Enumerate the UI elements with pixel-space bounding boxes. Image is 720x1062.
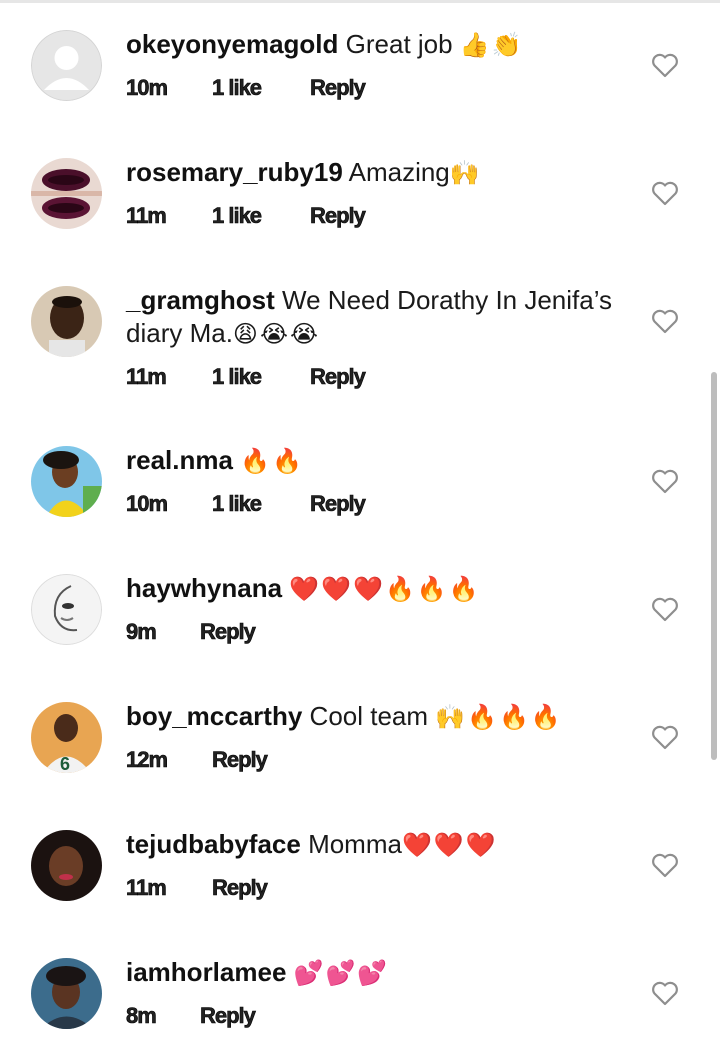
avatar[interactable] [31,30,102,101]
heart-outline-icon[interactable] [651,52,679,78]
comment-username[interactable]: real.nma [126,445,233,475]
comment-emoji: 👍👏 [459,31,524,59]
avatar[interactable] [31,958,102,1029]
comment-time: 11m [126,364,167,390]
comment-body: Amazing [348,157,450,187]
comment-text-block: rosemary_ruby19 Amazing🙌 [126,156,616,190]
avatar-image [31,446,102,517]
comment-emoji: 💕💕💕 [293,959,390,987]
comment-likes[interactable]: 1 like [212,364,263,390]
comment-time: 11m [126,203,167,229]
comment-username[interactable]: haywhynana [126,573,282,603]
comment-username[interactable]: iamhorlamee [126,957,286,987]
comment-text-block: _gramghost We Need Dorathy In Jenifa’s d… [126,284,616,351]
comment-time: 10m [126,491,169,517]
comment-text-block: okeyonyemagold Great job 👍👏 [126,28,616,62]
comment-body: Momma [308,829,402,859]
comment-text-block: iamhorlamee 💕💕💕 [126,956,616,990]
avatar[interactable]: 6 [31,702,102,773]
svg-text:6: 6 [60,754,70,773]
comment-emoji: ❤️❤️❤️🔥🔥🔥 [289,575,481,603]
reply-button[interactable]: Reply [310,203,367,229]
top-divider [0,0,720,3]
comment-text-block: boy_mccarthy Cool team 🙌🔥🔥🔥 [126,700,616,734]
avatar-image [31,574,102,645]
avatar[interactable] [31,574,102,645]
comment-likes[interactable]: 1 like [212,75,263,101]
avatar[interactable] [31,286,102,357]
comment-username[interactable]: rosemary_ruby19 [126,157,343,187]
heart-outline-icon[interactable] [651,852,679,878]
comment-body: Cool team [309,701,429,731]
comment-time: 12m [126,747,169,773]
avatar-image: 6 [31,702,102,773]
comment-time: 8m [126,1003,157,1029]
heart-outline-icon[interactable] [651,468,679,494]
reply-button[interactable]: Reply [212,747,269,773]
comment-emoji: ❤️❤️❤️ [401,831,498,859]
heart-outline-icon[interactable] [651,724,679,750]
comment-emoji: 😩😭😭 [232,320,321,348]
comment-text-block: real.nma 🔥🔥 [126,444,616,478]
comment-emoji: 🙌 [449,159,482,187]
comment-username[interactable]: tejudbabyface [126,829,301,859]
heart-outline-icon[interactable] [651,308,679,334]
reply-button[interactable]: Reply [212,875,269,901]
avatar[interactable] [31,446,102,517]
comment-username[interactable]: okeyonyemagold [126,29,338,59]
comment-username[interactable]: boy_mccarthy [126,701,302,731]
comment-emoji: 🙌🔥🔥🔥 [435,703,563,731]
comment-text-block: tejudbabyface Momma❤️❤️❤️ [126,828,616,862]
comment-body: Great job [345,29,453,59]
heart-outline-icon[interactable] [651,180,679,206]
comment-text-block: haywhynana ❤️❤️❤️🔥🔥🔥 [126,572,616,606]
heart-outline-icon[interactable] [651,596,679,622]
scrollbar[interactable] [711,372,717,760]
comment-likes[interactable]: 1 like [212,491,263,517]
reply-button[interactable]: Reply [310,364,367,390]
reply-button[interactable]: Reply [200,1003,257,1029]
default-avatar-icon [31,30,102,101]
reply-button[interactable]: Reply [310,491,367,517]
avatar-image [31,158,102,229]
comment-time: 11m [126,875,167,901]
avatar-image [31,830,102,901]
avatar[interactable] [31,830,102,901]
heart-outline-icon[interactable] [651,980,679,1006]
avatar-image [31,958,102,1029]
reply-button[interactable]: Reply [200,619,257,645]
comment-username[interactable]: _gramghost [126,285,275,315]
avatar[interactable] [31,158,102,229]
comment-time: 10m [126,75,169,101]
comment-emoji: 🔥🔥 [240,447,304,475]
comment-likes[interactable]: 1 like [212,203,263,229]
reply-button[interactable]: Reply [310,75,367,101]
avatar-image [31,286,102,357]
comment-time: 9m [126,619,157,645]
